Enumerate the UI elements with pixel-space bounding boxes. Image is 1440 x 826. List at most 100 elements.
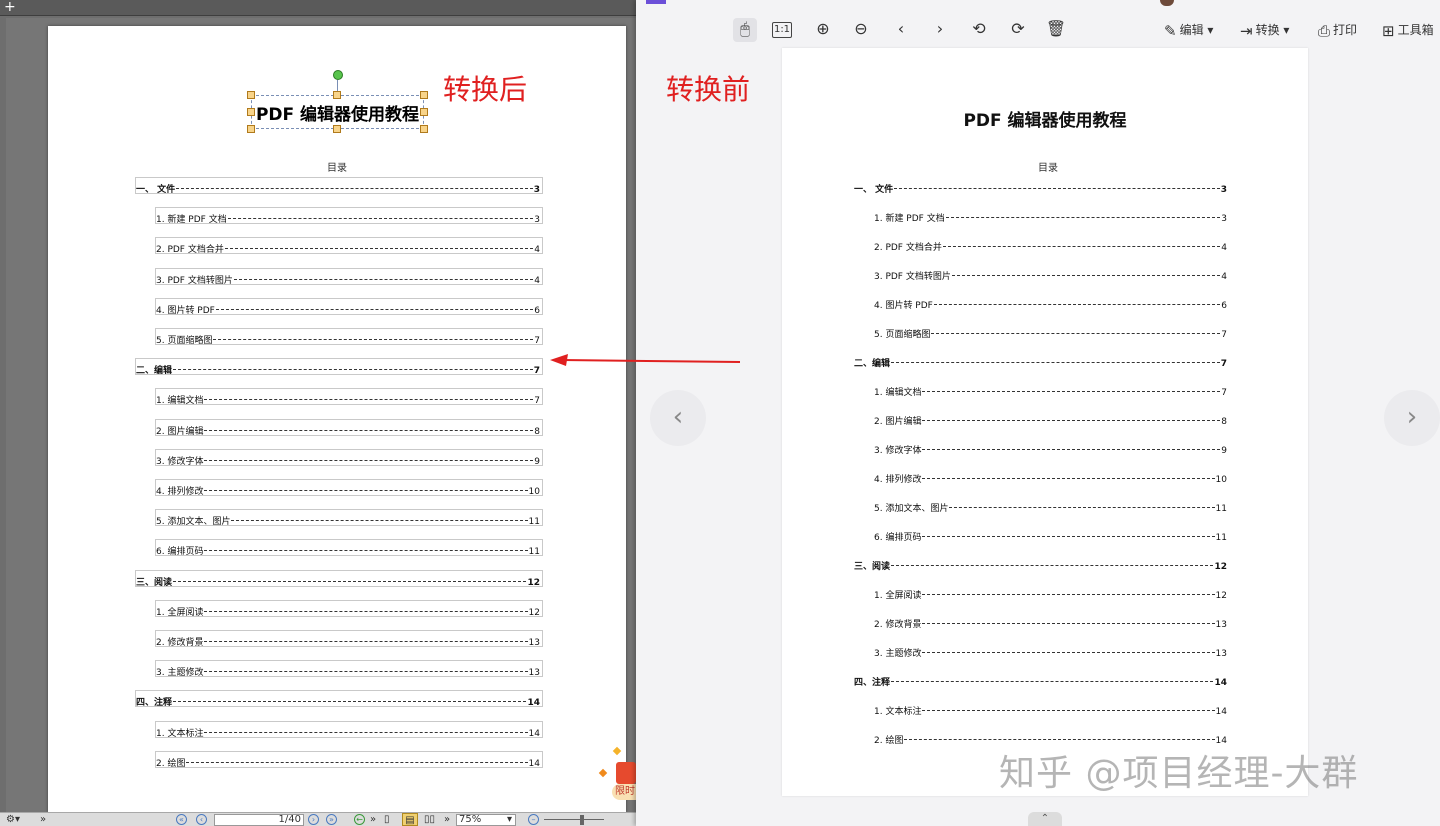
text-box-outline[interactable] xyxy=(155,479,543,496)
editor-toc-heading[interactable]: 目录 xyxy=(327,159,347,174)
toc-entry-title: 1. 文本标注 xyxy=(874,707,922,717)
text-box-outline[interactable] xyxy=(155,448,543,466)
toc-entry-page: 13 xyxy=(1215,620,1227,630)
chevron-icon[interactable]: » xyxy=(444,813,450,826)
toc-entry-page: 3 xyxy=(1221,214,1227,224)
previous-page-arrow[interactable]: ‹ xyxy=(650,390,706,446)
editor-document-title[interactable]: PDF 编辑器使用教程 xyxy=(251,100,424,125)
comparison-arrow xyxy=(550,354,741,366)
toc-leader-dots xyxy=(922,594,1215,595)
chevron-icon[interactable]: » xyxy=(370,813,376,826)
first-page-icon[interactable]: « xyxy=(176,814,187,825)
rotate-right-icon[interactable]: ⟳ xyxy=(1006,18,1030,42)
chevron-down-icon: ▾ xyxy=(506,814,512,825)
text-box-outline[interactable] xyxy=(155,750,543,768)
facing-pages-icon[interactable]: ▯▯ xyxy=(424,813,435,826)
convert-menu-label: 转换 xyxy=(1255,23,1280,37)
next-page-icon[interactable]: › xyxy=(308,814,319,825)
zoom-select[interactable]: 75% ▾ xyxy=(456,814,516,826)
convert-menu-button[interactable]: ⇥ 转换 ▾ xyxy=(1240,21,1289,41)
zoom-out-icon[interactable]: – xyxy=(528,814,539,825)
resize-handle-n[interactable] xyxy=(333,91,341,99)
toc-entry: 2. 图片编辑 8 xyxy=(874,414,1227,427)
toc-entry-title: 6. 编排页码 xyxy=(874,533,922,543)
text-box-outline[interactable] xyxy=(155,660,543,678)
toc-entry: 2. PDF 文档合并 4 xyxy=(874,240,1227,253)
next-page-icon[interactable]: › xyxy=(928,18,952,42)
plus-icon[interactable]: + xyxy=(4,0,16,15)
toc-entry: 1. 全屏阅读 12 xyxy=(874,588,1227,601)
text-box-outline[interactable] xyxy=(155,237,543,255)
text-box-outline[interactable] xyxy=(135,690,543,708)
zoom-in-icon[interactable]: ⊕ xyxy=(811,18,835,42)
toc-leader-dots xyxy=(945,217,1221,218)
toc-entry: 1. 文本标注 14 xyxy=(874,704,1227,717)
next-page-arrow[interactable]: › xyxy=(1384,390,1440,446)
toolbox-label: 工具箱 xyxy=(1397,23,1434,37)
resize-handle-se[interactable] xyxy=(420,125,428,133)
text-box-outline[interactable] xyxy=(155,630,543,647)
text-box-outline[interactable] xyxy=(155,720,543,738)
resize-handle-sw[interactable] xyxy=(247,125,255,133)
actual-size-button[interactable]: 1:1 xyxy=(772,22,792,38)
toc-entry-page: 12 xyxy=(1214,562,1227,572)
toc-entry-title: 2. 修改背景 xyxy=(874,620,922,630)
text-box-outline[interactable] xyxy=(155,207,543,225)
printer-icon: ⎙ xyxy=(1318,22,1331,40)
avatar[interactable] xyxy=(1160,0,1174,6)
text-box-outline[interactable] xyxy=(155,388,543,406)
print-button[interactable]: ⎙ 打印 xyxy=(1318,21,1357,41)
editor-top-strip: + xyxy=(0,0,636,16)
toc-entry-title: 4. 排列修改 xyxy=(874,475,922,485)
toc-leader-dots xyxy=(922,623,1215,624)
toc-entry-page: 3 xyxy=(1220,185,1227,195)
resize-handle-s[interactable] xyxy=(333,125,341,133)
chevron-up-icon[interactable]: ⌃ xyxy=(1028,812,1062,826)
toc-entry: 1. 新建 PDF 文档 3 xyxy=(874,211,1227,224)
toc-entry-title: 1. 编辑文档 xyxy=(874,388,922,398)
text-box-outline[interactable] xyxy=(135,177,543,194)
page-number-field[interactable]: 1/40 xyxy=(214,814,304,826)
toolbox-button[interactable]: ⊞ 工具箱 xyxy=(1382,21,1434,41)
viewer-toc-heading: 目录 xyxy=(1038,163,1058,174)
resize-handle-nw[interactable] xyxy=(247,91,255,99)
previous-page-icon[interactable]: ‹ xyxy=(889,18,913,42)
text-box-outline[interactable] xyxy=(155,267,543,285)
single-page-icon[interactable]: ▯ xyxy=(384,813,390,826)
text-box-outline[interactable] xyxy=(155,509,543,527)
text-box-outline[interactable] xyxy=(155,418,543,436)
toc-entry-page: 14 xyxy=(1214,678,1227,688)
zoom-slider-track[interactable] xyxy=(544,819,604,820)
text-box-outline[interactable] xyxy=(155,599,543,617)
chevron-down-double-icon[interactable]: » xyxy=(40,813,46,826)
toc-entry: 3. 修改字体 9 xyxy=(874,443,1227,456)
text-box-outline[interactable] xyxy=(155,328,543,345)
arrow-shaft xyxy=(561,359,741,363)
toc-leader-dots xyxy=(922,710,1215,711)
text-box-outline[interactable] xyxy=(135,569,543,587)
edit-icon: ✎ xyxy=(1164,22,1177,40)
promo-widget[interactable]: 限时 xyxy=(596,746,638,802)
zoom-out-icon[interactable]: ⊖ xyxy=(849,18,873,42)
zoom-slider-thumb[interactable] xyxy=(580,815,584,825)
text-box-outline[interactable] xyxy=(155,297,543,315)
resize-handle-ne[interactable] xyxy=(420,91,428,99)
toc-entry-title: 3. 主题修改 xyxy=(874,649,922,659)
toc-entry-page: 7 xyxy=(1221,388,1227,398)
after-conversion-label: 转换后 xyxy=(443,73,528,106)
text-box-outline[interactable] xyxy=(135,358,543,376)
toc-entry-page: 13 xyxy=(1215,649,1227,659)
settings-gear-icon[interactable]: ⚙▾ xyxy=(6,813,20,826)
rotate-handle[interactable] xyxy=(333,70,343,80)
continuous-page-icon[interactable]: ▤ xyxy=(402,813,418,826)
print-label: 打印 xyxy=(1333,23,1358,37)
watermark: 知乎 @项目经理-大群 xyxy=(999,753,1359,794)
edit-menu-button[interactable]: ✎ 编辑 ▾ xyxy=(1164,21,1213,41)
delete-icon[interactable]: 🗑 xyxy=(1044,18,1068,42)
text-box-outline[interactable] xyxy=(155,539,543,557)
select-mouse-icon[interactable]: 🖱 xyxy=(733,18,757,42)
previous-page-icon[interactable]: ‹ xyxy=(196,814,207,825)
rotate-left-icon[interactable]: ⟲ xyxy=(967,18,991,42)
back-icon[interactable]: ← xyxy=(354,814,365,825)
last-page-icon[interactable]: » xyxy=(326,814,337,825)
